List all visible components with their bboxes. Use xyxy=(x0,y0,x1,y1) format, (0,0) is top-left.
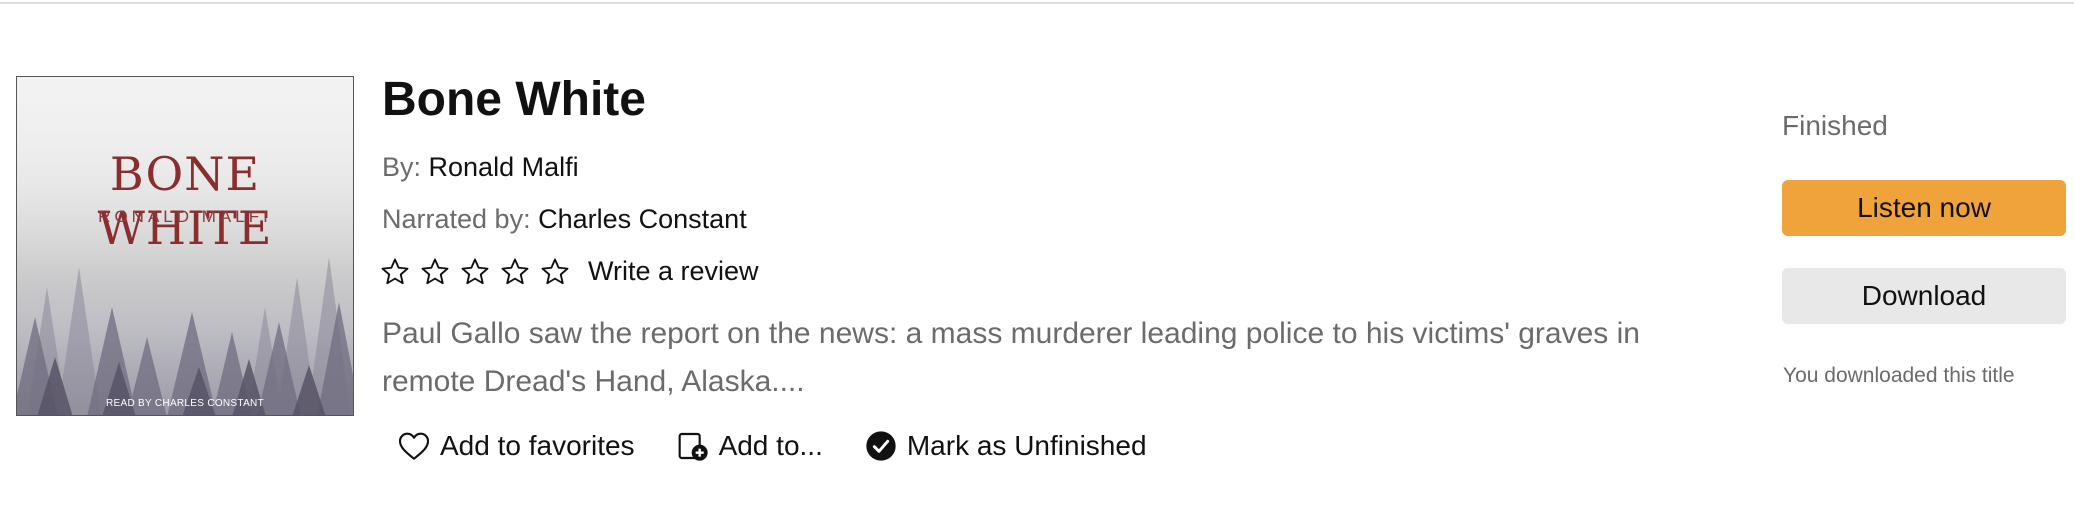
star-outline-icon[interactable] xyxy=(500,257,530,287)
narrator-link[interactable]: Charles Constant xyxy=(538,204,747,234)
add-to-collection-icon xyxy=(678,432,708,461)
heart-outline-icon xyxy=(398,432,430,460)
cover-title-text: BONE WHITE xyxy=(97,147,273,255)
cover-image[interactable]: BONE WHITE RONALD MALFI READ BY CHARLES … xyxy=(16,76,354,416)
add-to-label: Add to... xyxy=(718,430,823,461)
star-rating: Write a review xyxy=(380,256,759,287)
narrator-line: Narrated by: Charles Constant xyxy=(382,204,747,235)
star-outline-icon[interactable] xyxy=(420,257,450,287)
cover-reader-text: READ BY CHARLES CONSTANT xyxy=(106,398,264,409)
star-outline-icon[interactable] xyxy=(380,257,410,287)
add-to-favorites-button[interactable]: Add to favorites xyxy=(398,430,635,462)
star-outline-icon[interactable] xyxy=(460,257,490,287)
listening-status: Finished xyxy=(1782,110,1888,141)
listen-now-button[interactable]: Listen now xyxy=(1782,180,2066,236)
downloaded-note: You downloaded this title xyxy=(1783,364,2015,387)
book-title[interactable]: Bone White xyxy=(382,72,646,127)
author-link[interactable]: Ronald Malfi xyxy=(429,152,579,182)
star-outline-icon[interactable] xyxy=(540,257,570,287)
add-to-favorites-label: Add to favorites xyxy=(440,430,635,461)
check-circle-icon xyxy=(866,431,896,461)
mark-unfinished-label: Mark as Unfinished xyxy=(906,430,1147,461)
author-line: By: Ronald Malfi xyxy=(382,152,579,183)
author-label: By: xyxy=(382,152,422,182)
top-divider xyxy=(0,2,2074,4)
write-review-link[interactable]: Write a review xyxy=(588,256,759,287)
mark-unfinished-button[interactable]: Mark as Unfinished xyxy=(865,430,1147,462)
add-to-button[interactable]: Add to... xyxy=(677,430,823,462)
action-bar: Add to favorites Add to... Mark as Unfin… xyxy=(398,430,1189,462)
download-button[interactable]: Download xyxy=(1782,268,2066,324)
narrator-label: Narrated by: xyxy=(382,204,531,234)
book-summary: Paul Gallo saw the report on the news: a… xyxy=(382,317,1640,398)
cover-author-text: RONALD MALFI xyxy=(98,207,272,226)
